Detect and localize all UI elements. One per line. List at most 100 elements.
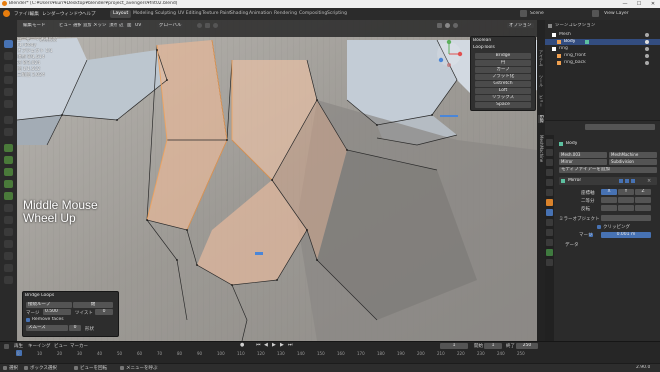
menu-window[interactable]: ウィンドウ (60, 11, 83, 17)
tab-tool[interactable]: ツール (538, 75, 544, 87)
properties-search-input[interactable] (585, 124, 655, 130)
merge-distance-field[interactable]: 0.001 m (601, 232, 651, 238)
visibility-eye-icon[interactable] (645, 40, 649, 44)
jump-end-icon[interactable]: ⏭ (288, 342, 293, 348)
select-tool-icon[interactable] (4, 40, 13, 48)
edge-slide-tool-icon[interactable] (4, 240, 13, 248)
current-frame-field[interactable]: 1 (440, 343, 468, 349)
particles-props-icon[interactable] (546, 219, 553, 226)
end-frame-field[interactable]: 250 (516, 343, 538, 349)
tab-meshmachine[interactable]: MeshMachine (538, 135, 544, 162)
menu-render[interactable]: レンダー (42, 11, 60, 17)
jump-start-icon[interactable]: ⏮ (256, 342, 261, 348)
clipping-checkbox[interactable] (597, 225, 601, 229)
move-tool-icon[interactable] (4, 64, 13, 72)
knife-tool-icon[interactable] (4, 192, 13, 200)
visibility-eye-icon[interactable] (645, 54, 649, 58)
looptools-flatten-button[interactable]: フラット化 (475, 74, 531, 80)
outliner-row[interactable]: Mesh (545, 32, 660, 38)
editmode-toggle-icon[interactable] (619, 179, 623, 183)
minimize-button[interactable]: — (618, 0, 632, 8)
timeline-menu-keying[interactable]: キーイング (28, 343, 51, 349)
transform-tool-icon[interactable] (4, 100, 13, 108)
loop-cut-tool-icon[interactable] (4, 180, 13, 188)
remove-faces-checkbox[interactable] (26, 318, 30, 322)
blender-menu-icon[interactable] (3, 10, 10, 17)
timeline-menu-view[interactable]: ビュー (54, 343, 68, 349)
bisect-y-toggle[interactable] (618, 197, 634, 203)
timeline-menu-marker[interactable]: マーカー (70, 343, 88, 349)
looptools-gstretch-button[interactable]: Gstretch (475, 81, 531, 87)
outliner-row[interactable]: ring_front (545, 53, 660, 59)
looptools-bridge-button[interactable]: Bridge (475, 53, 531, 59)
rip-tool-icon[interactable] (4, 276, 13, 284)
section-boolean[interactable]: Boolean (473, 38, 491, 44)
bisect-z-toggle[interactable] (635, 197, 651, 203)
view-layer-props-icon[interactable] (546, 169, 553, 176)
modifier-mirror-button[interactable]: Mirror (559, 159, 607, 165)
modifier-meshmachine-button[interactable]: MeshMachine (609, 152, 657, 158)
bisect-x-toggle[interactable] (601, 197, 617, 203)
add-modifier-dropdown[interactable]: モディファイアーを追加 (559, 167, 657, 173)
axis-z-toggle[interactable]: Z (635, 189, 651, 195)
data-subpanel-header[interactable]: データ (565, 242, 579, 248)
proportional-edit-icon[interactable] (213, 23, 218, 28)
flip-x-toggle[interactable] (601, 205, 617, 211)
twist-field[interactable]: 0 (95, 309, 113, 315)
timeline-menu-playback[interactable]: 再生 (14, 343, 23, 349)
visibility-eye-icon[interactable] (645, 61, 649, 65)
data-props-icon[interactable] (546, 249, 553, 256)
viewport-menu-uv[interactable]: UV (133, 23, 144, 28)
outliner-row[interactable]: ring_back (545, 60, 660, 66)
section-looptools[interactable]: LoopTools (473, 45, 495, 51)
record-button-icon[interactable]: ● (240, 342, 244, 348)
menu-edit[interactable]: 編集 (30, 11, 39, 17)
looptools-space-button[interactable]: Space (475, 102, 531, 108)
constraints-props-icon[interactable] (546, 239, 553, 246)
looptools-circle-button[interactable]: 円 (475, 60, 531, 66)
looptools-loft-button[interactable]: Loft (475, 88, 531, 94)
shading-solid-icon[interactable] (445, 23, 450, 28)
annotate-tool-icon[interactable] (4, 116, 13, 124)
physics-props-icon[interactable] (546, 229, 553, 236)
mirror-modifier-name[interactable]: Mirror (568, 178, 581, 183)
outliner-row[interactable]: Body (545, 39, 660, 45)
scale-tool-icon[interactable] (4, 88, 13, 96)
mirror-modifier-header[interactable]: Mirror × (559, 177, 657, 185)
close-modifier-icon[interactable]: × (647, 179, 651, 184)
profile-value[interactable]: 0 (69, 325, 81, 331)
bevel-tool-icon[interactable] (4, 168, 13, 176)
next-keyframe-icon[interactable]: ▶ (280, 342, 284, 348)
visibility-eye-icon[interactable] (645, 47, 649, 51)
render-props-icon[interactable] (546, 149, 553, 156)
operator-title[interactable]: Bridge Loops (25, 293, 54, 298)
world-props-icon[interactable] (546, 189, 553, 196)
modifier-props-icon[interactable] (546, 209, 553, 216)
poly-build-tool-icon[interactable] (4, 204, 13, 212)
view-layer-selector[interactable]: View Layer (604, 11, 629, 16)
extrude-tool-icon[interactable] (4, 144, 13, 152)
mode-selector[interactable]: 編集モード (21, 23, 48, 28)
connect-loops-selector[interactable]: 接続ループ (26, 302, 72, 308)
output-props-icon[interactable] (546, 159, 553, 166)
scene-selector[interactable]: Scene (530, 11, 544, 16)
axis-x-toggle[interactable]: X (601, 189, 617, 195)
material-props-icon[interactable] (546, 259, 553, 266)
inset-tool-icon[interactable] (4, 156, 13, 164)
cursor-tool-icon[interactable] (4, 52, 13, 60)
scene-props-icon[interactable] (546, 179, 553, 186)
factor-field[interactable]: 0.500 (43, 309, 71, 315)
flip-y-toggle[interactable] (618, 205, 634, 211)
editor-type-icon[interactable] (4, 344, 9, 349)
shading-material-icon[interactable] (453, 23, 458, 28)
modifier-subdivision-button[interactable]: Subdivision (609, 159, 657, 165)
render-toggle-icon[interactable] (631, 179, 635, 183)
start-frame-field[interactable]: 1 (484, 343, 502, 349)
flip-z-toggle[interactable] (635, 205, 651, 211)
shrink-tool-icon[interactable] (4, 252, 13, 260)
maximize-button[interactable]: ☐ (632, 0, 646, 8)
looptools-relax-button[interactable]: リラックス (475, 95, 531, 101)
modifier-mesh-button[interactable]: Mesh.003 (559, 152, 607, 158)
options-button[interactable]: オプション (507, 23, 534, 28)
shear-tool-icon[interactable] (4, 264, 13, 272)
